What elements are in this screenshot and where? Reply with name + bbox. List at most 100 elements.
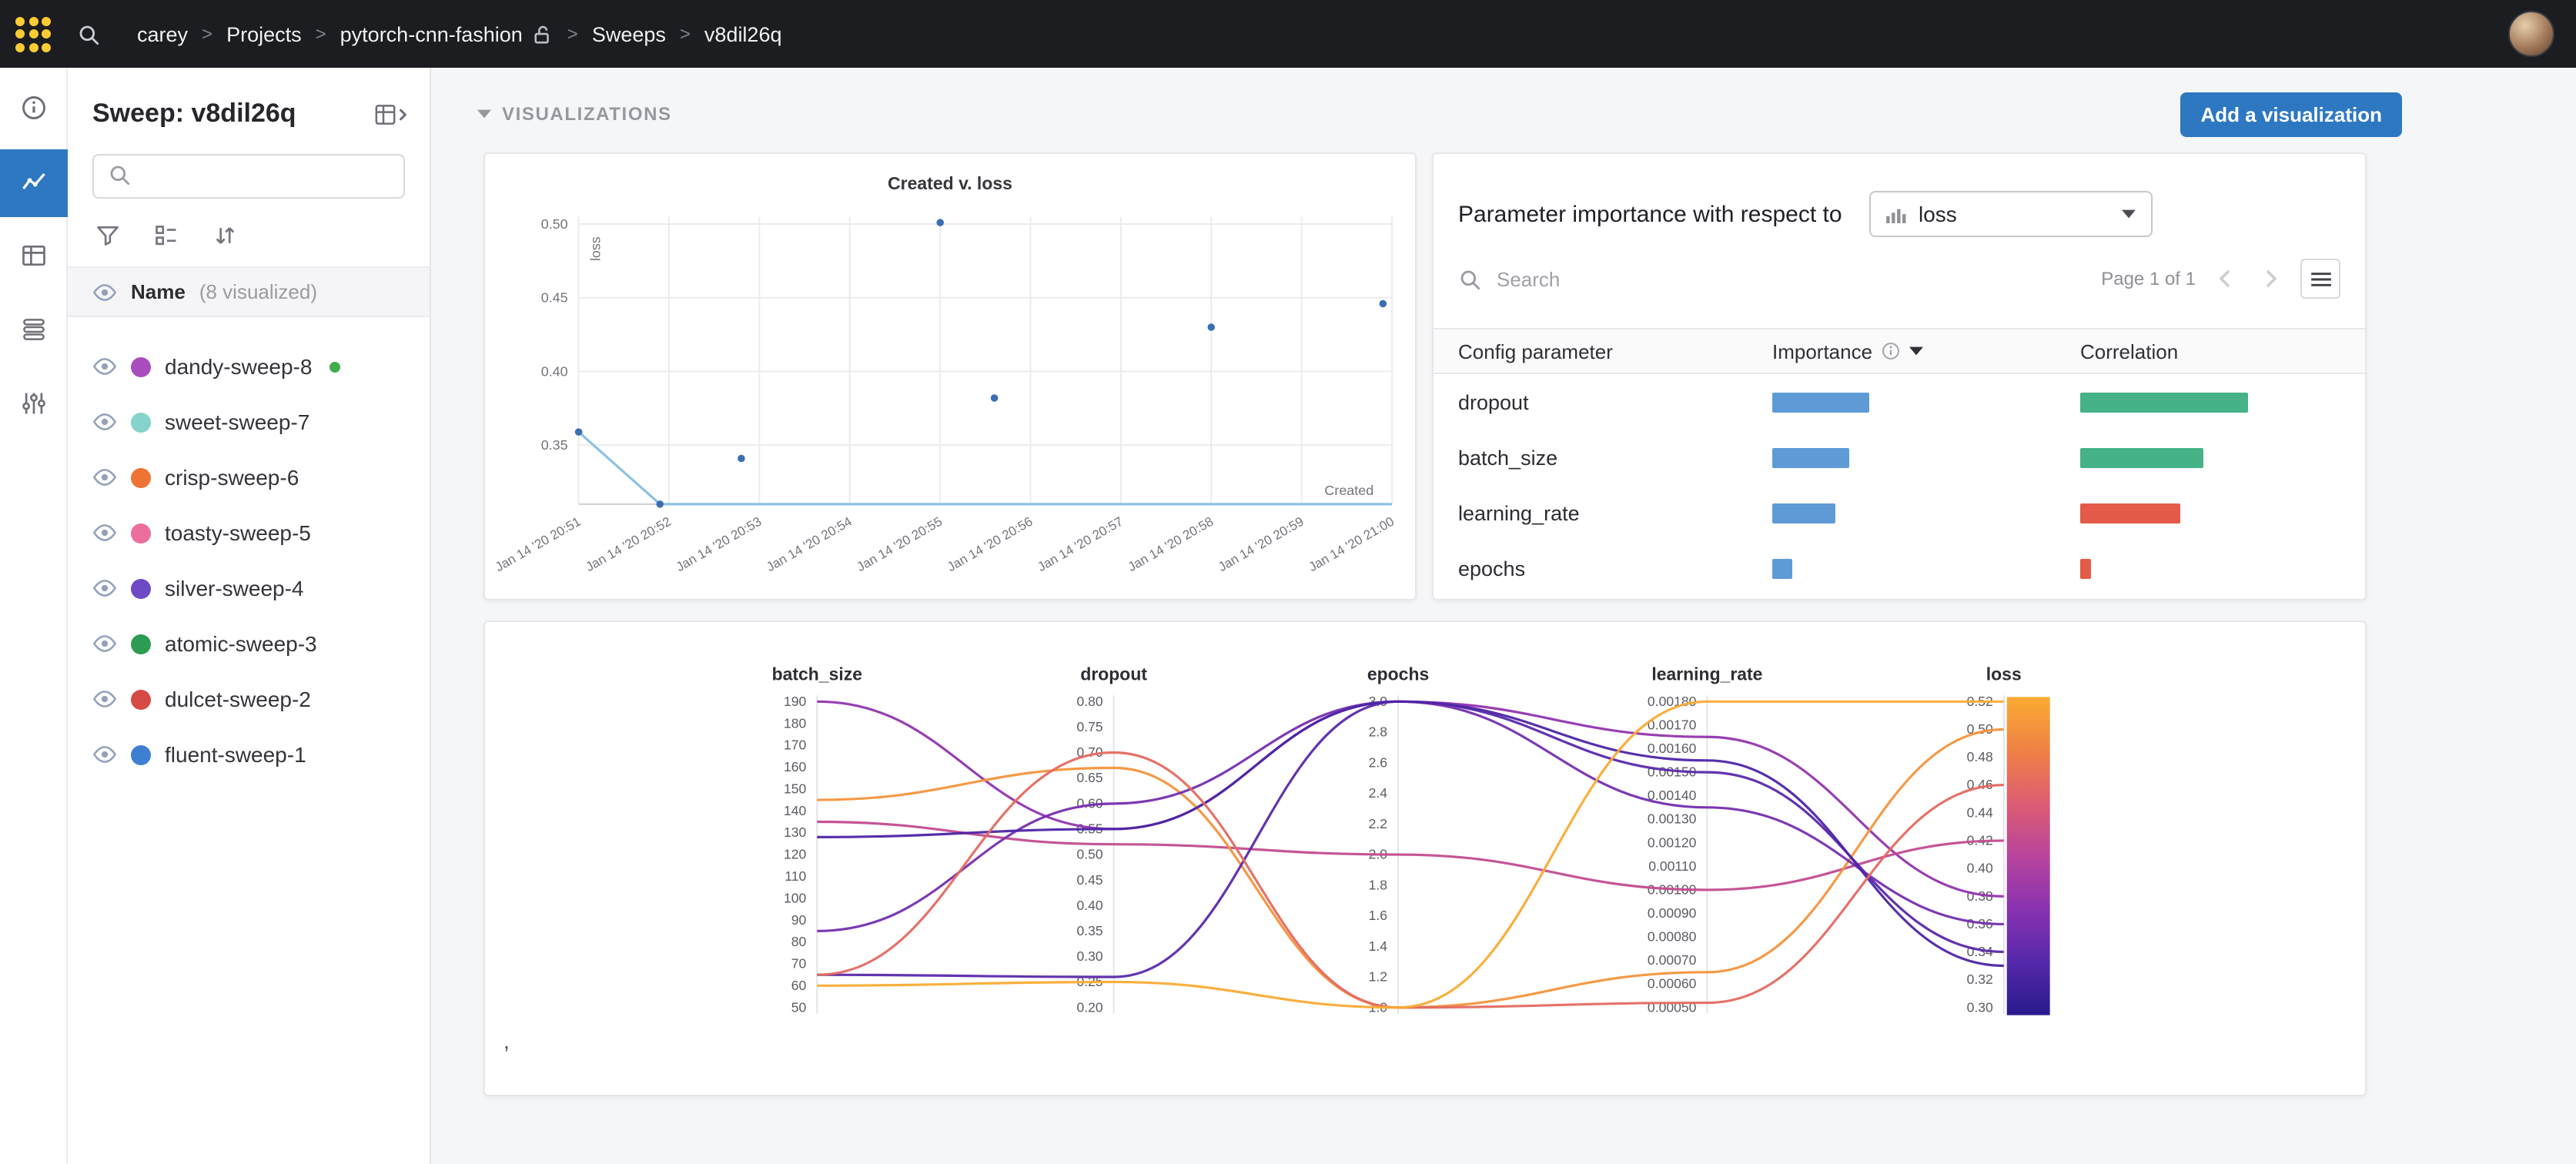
run-row-dandy-sweep-8[interactable]: dandy-sweep-8 [68,339,430,394]
svg-text:0.45: 0.45 [541,290,568,306]
eye-icon[interactable] [92,357,117,376]
eye-icon[interactable] [92,579,117,597]
user-avatar[interactable] [2508,11,2554,57]
rail-item-artifacts[interactable] [0,297,67,365]
breadcrumb-Projects[interactable]: Projects [226,22,302,45]
eye-icon[interactable] [92,523,117,542]
run-color-dot [131,689,151,709]
importance-bar [1772,503,1835,523]
column-importance[interactable]: Importance [1772,340,2080,363]
svg-text:0.00130: 0.00130 [1648,811,1697,827]
svg-text:160: 160 [784,759,807,774]
group-icon[interactable] [154,223,179,248]
run-row-sweet-sweep-7[interactable]: sweet-sweep-7 [68,394,430,450]
filter-icon[interactable] [95,223,120,248]
breadcrumb-pytorch-cnn-fashion[interactable]: pytorch-cnn-fashion [340,22,523,45]
eye-icon[interactable] [92,745,117,764]
svg-text:2.4: 2.4 [1369,785,1388,801]
eye-icon[interactable] [92,690,117,708]
svg-text:0.00070: 0.00070 [1648,952,1697,968]
run-row-fluent-sweep-1[interactable]: fluent-sweep-1 [68,727,430,782]
column-correlation[interactable]: Correlation [2080,340,2340,363]
correlation-bar [2080,503,2180,523]
run-line-silver-sweep-4 [817,701,2003,931]
rail-item-overview[interactable] [0,75,67,143]
panel-footnote: , [503,1029,510,1053]
svg-text:0.40: 0.40 [1077,898,1103,913]
page-indicator: Page 1 of 1 [2101,268,2196,289]
breadcrumb-carey[interactable]: carey [137,22,188,45]
eye-icon[interactable] [92,634,117,653]
svg-text:0.00090: 0.00090 [1648,905,1697,921]
svg-text:2.2: 2.2 [1369,816,1387,831]
svg-text:0.00180: 0.00180 [1648,694,1697,709]
created-vs-loss-chart: 0.500.450.400.35Jan 14 '20 20:51Jan 14 '… [485,154,1415,599]
svg-text:0.00060: 0.00060 [1648,976,1697,992]
prev-page-button[interactable] [2208,262,2242,296]
add-visualization-button[interactable]: Add a visualization [2181,92,2403,137]
menu-icon [2310,270,2330,287]
run-line-toasty-sweep-5 [817,701,2003,977]
svg-text:180: 180 [784,715,807,731]
breadcrumb-Sweeps[interactable]: Sweeps [592,22,666,45]
run-row-dulcet-sweep-2[interactable]: dulcet-sweep-2 [68,671,430,727]
nav-search-icon[interactable] [77,22,100,45]
breadcrumb-separator: > [316,23,326,45]
run-row-atomic-sweep-3[interactable]: atomic-sweep-3 [68,616,430,671]
svg-text:0.00160: 0.00160 [1648,741,1697,756]
svg-text:0.20: 0.20 [1077,999,1103,1015]
svg-text:Jan 14 '20 20:56: Jan 14 '20 20:56 [945,514,1035,575]
svg-text:Jan 14 '20 20:55: Jan 14 '20 20:55 [855,514,945,575]
panel-menu-button[interactable] [2300,259,2340,299]
run-row-silver-sweep-4[interactable]: silver-sweep-4 [68,560,430,616]
breadcrumb-v8dil26q[interactable]: v8dil26q [704,22,782,45]
svg-text:Jan 14 '20 20:53: Jan 14 '20 20:53 [674,514,764,575]
wandb-logo-icon[interactable] [15,16,51,52]
created-vs-loss-panel[interactable]: Created v. loss 0.500.450.400.35Jan 14 '… [483,152,1417,600]
metric-dropdown[interactable]: loss [1869,191,2153,237]
svg-text:80: 80 [791,934,807,949]
runs-search-input[interactable] [142,163,390,189]
column-config-parameter[interactable]: Config parameter [1458,340,1772,363]
runs-toolbar [68,217,430,266]
info-circle-icon[interactable] [1882,342,1900,360]
open-sweep-table-button[interactable] [374,102,408,125]
running-status-dot [329,361,340,372]
run-color-dot [131,356,151,376]
run-name: sweet-sweep-7 [165,410,309,434]
rail-item-table[interactable] [0,223,67,291]
run-row-toasty-sweep-5[interactable]: toasty-sweep-5 [68,505,430,560]
runs-list-header[interactable]: Name (8 visualized) [68,266,430,317]
next-page-button[interactable] [2254,262,2288,296]
run-color-dot [131,744,151,764]
search-icon [1458,267,1481,290]
run-color-dot [131,634,151,654]
run-color-dot [131,467,151,487]
svg-text:170: 170 [784,738,807,753]
svg-text:Jan 14 '20 20:52: Jan 14 '20 20:52 [583,514,674,575]
importance-row-batch_size: batch_size [1434,430,2365,485]
eye-icon[interactable] [92,413,117,431]
importance-row-epochs: epochs [1434,540,2365,596]
scatter-grid [579,216,1393,503]
run-name: atomic-sweep-3 [165,631,317,656]
importance-search-input[interactable] [1494,266,2089,292]
eye-icon[interactable] [92,283,117,301]
svg-text:1.4: 1.4 [1369,938,1388,954]
visualizations-section-toggle[interactable]: VISUALIZATIONS [477,103,672,125]
svg-text:150: 150 [784,781,807,796]
rail-item-charts[interactable] [0,149,67,217]
svg-text:70: 70 [791,956,807,972]
info-icon [19,93,47,125]
svg-text:Jan 14 '20 20:59: Jan 14 '20 20:59 [1216,514,1306,575]
sort-icon[interactable] [212,223,237,248]
eye-icon[interactable] [92,468,117,487]
chevron-left-icon [2219,269,2231,288]
svg-text:Jan 14 '20 20:54: Jan 14 '20 20:54 [764,514,855,575]
importance-bar [1772,447,1849,467]
svg-text:190: 190 [784,694,807,709]
rail-item-sweep-controls[interactable] [0,371,67,439]
run-row-crisp-sweep-6[interactable]: crisp-sweep-6 [68,450,430,505]
parallel-coordinates-panel[interactable]: batch_size190180170160150140130120110100… [483,620,2367,1096]
svg-text:140: 140 [784,803,807,818]
